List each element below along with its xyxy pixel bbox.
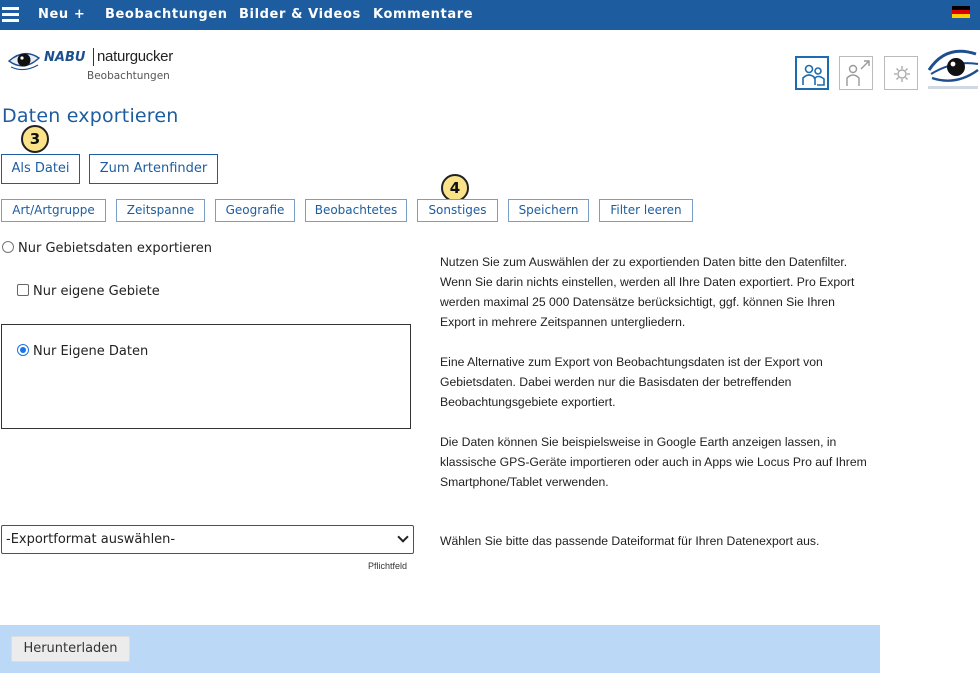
step-marker-3: 3	[21, 125, 49, 153]
filter-observed-button[interactable]: Beobachtetes	[305, 199, 407, 222]
user-share-button[interactable]	[839, 56, 873, 90]
settings-button[interactable]	[884, 56, 918, 90]
as-file-button[interactable]: Als Datei	[1, 154, 80, 184]
menu-icon[interactable]	[2, 7, 19, 23]
nav-item-new[interactable]: Neu +	[38, 7, 85, 22]
filter-other-button[interactable]: Sonstiges	[417, 199, 498, 222]
save-filter-button[interactable]: Speichern	[508, 199, 589, 222]
own-data-radio[interactable]	[17, 344, 29, 356]
to-artenfinder-button[interactable]: Zum Artenfinder	[89, 154, 218, 184]
own-data-panel	[1, 324, 411, 429]
export-format-select[interactable]: -Exportformat auswählen-	[1, 525, 414, 554]
filter-timespan-button[interactable]: Zeitspanne	[116, 199, 205, 222]
own-areas-label: Nur eigene Gebiete	[33, 284, 160, 299]
filter-species-button[interactable]: Art/Artgruppe	[1, 199, 106, 222]
filter-geography-button[interactable]: Geografie	[215, 199, 295, 222]
download-bar	[0, 625, 880, 673]
info-paragraph-filter: Nutzen Sie zum Auswählen der zu exportie…	[440, 255, 855, 329]
area-data-option[interactable]: Nur Gebietsdaten exportieren	[2, 241, 212, 256]
logo-divider	[93, 48, 94, 66]
area-data-label: Nur Gebietsdaten exportieren	[18, 241, 212, 256]
step-marker-4: 4	[441, 174, 469, 202]
nav-item-media[interactable]: Bilder & Videos	[239, 7, 361, 22]
nav-item-observations[interactable]: Beobachtungen	[105, 7, 228, 22]
clear-filter-button[interactable]: Filter leeren	[599, 199, 693, 222]
own-data-option[interactable]: Nur Eigene Daten	[17, 344, 148, 359]
own-data-label: Nur Eigene Daten	[33, 344, 149, 359]
eye-logo-icon[interactable]	[8, 46, 40, 74]
chevron-down-icon	[397, 531, 409, 543]
settings-icon	[894, 66, 910, 82]
top-nav: Neu + Beobachtungen Bilder & Videos Komm…	[0, 0, 980, 30]
info-paragraph-usage: Die Daten können Sie beispielsweise in G…	[440, 435, 867, 489]
german-flag-icon[interactable]	[952, 6, 970, 18]
info-paragraph-alternative: Eine Alternative zum Export von Beobacht…	[440, 355, 823, 409]
area-data-radio[interactable]	[2, 241, 14, 253]
naturgucker-eye-icon[interactable]	[926, 40, 980, 94]
community-button[interactable]	[795, 56, 829, 90]
download-button[interactable]: Herunterladen	[11, 636, 130, 662]
logo-naturgucker-text: naturgucker	[97, 48, 173, 65]
own-areas-option[interactable]: Nur eigene Gebiete	[17, 284, 160, 299]
export-format-value: -Exportformat auswählen-	[6, 532, 176, 547]
nav-item-comments[interactable]: Kommentare	[373, 7, 473, 22]
logo-nabu-text: NABU	[44, 50, 86, 65]
logo-subtitle: Beobachtungen	[87, 70, 170, 82]
page-title: Daten exportieren	[2, 105, 179, 127]
community-icon	[802, 64, 825, 86]
required-label: Pflichtfeld	[368, 561, 408, 571]
user-share-icon	[846, 60, 870, 86]
format-hint: Wählen Sie bitte das passende Dateiforma…	[440, 534, 820, 548]
own-areas-checkbox[interactable]	[17, 284, 29, 296]
